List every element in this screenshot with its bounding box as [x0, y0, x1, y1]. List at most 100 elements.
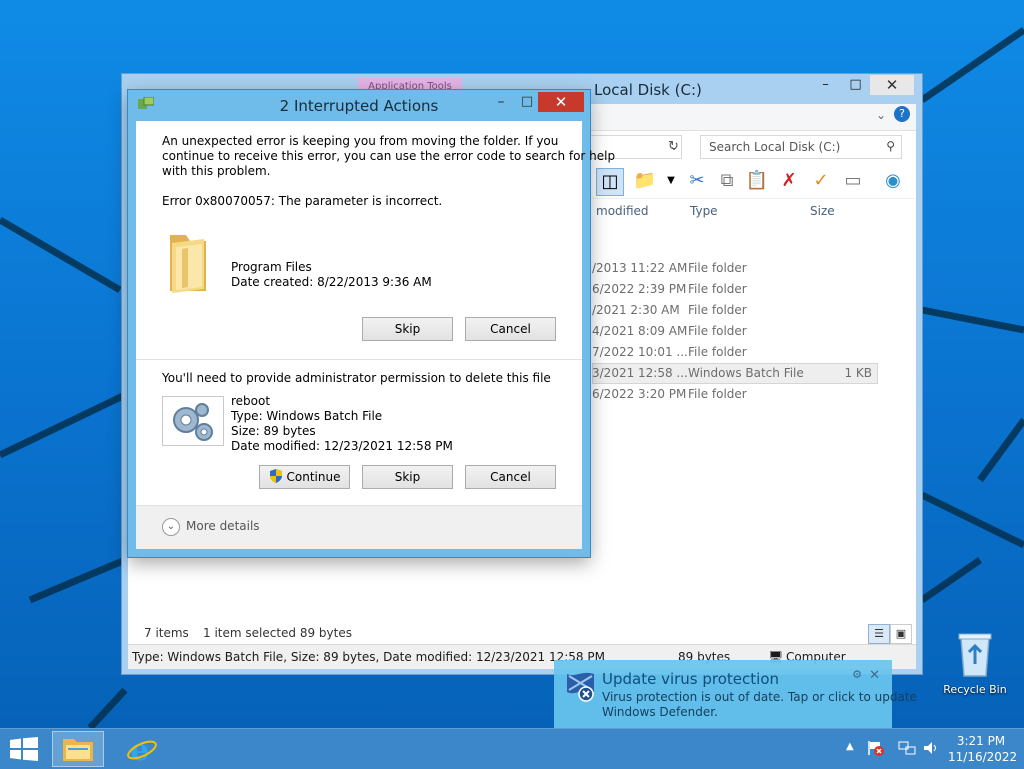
refresh-icon[interactable]: ↻ [668, 139, 679, 154]
item2-type: Type: Windows Batch File [231, 409, 383, 423]
defender-notification[interactable]: Update virus protection Virus protection… [554, 660, 917, 728]
network-icon[interactable] [898, 739, 916, 760]
delete-icon[interactable]: ✗ [776, 168, 802, 194]
error-code: Error 0x80070057: The parameter is incor… [162, 194, 443, 208]
start-button-windows-icon[interactable] [10, 737, 38, 761]
row-type: File folder [688, 261, 747, 275]
column-header-type[interactable]: Type [690, 200, 718, 222]
file-explorer-taskbar-button[interactable] [52, 731, 104, 767]
folder-icon [170, 235, 206, 293]
file-list-row[interactable]: /2013 11:22 AM File folder [592, 258, 878, 279]
file-list-row[interactable]: 6/2022 3:20 PM File folder [592, 384, 878, 405]
row-size: 1 KB [844, 366, 872, 380]
error-message-line-3: with this problem. [162, 164, 271, 178]
recycle-bin-label: Recycle Bin [943, 683, 1007, 696]
search-icon: ⚲ [886, 139, 895, 153]
column-header-date-modified[interactable]: modified [596, 200, 649, 222]
settings-wrench-icon[interactable]: ⚙ [852, 668, 862, 681]
admin-permission-note: You'll need to provide administrator per… [162, 371, 551, 385]
search-placeholder: Search Local Disk (C:) [709, 140, 841, 154]
more-details-link[interactable]: More details [186, 519, 260, 533]
row-date-modified: 6/2022 2:39 PM [592, 282, 687, 296]
selection-info: 1 item selected 89 bytes [203, 626, 352, 640]
row-type: File folder [688, 282, 747, 296]
file-list-row[interactable]: 3/2021 12:58 ... Windows Batch File 1 KB [592, 363, 878, 384]
dialog-maximize-button[interactable]: □ [514, 94, 540, 112]
item-count: 7 items [144, 626, 189, 640]
error-message-line-2: continue to receive this error, you can … [162, 149, 616, 163]
continue-button[interactable]: Continue [259, 465, 350, 489]
dropdown-arrow-icon[interactable]: ▼ [658, 168, 684, 194]
copy-icon[interactable]: ⧉ [714, 168, 740, 194]
explorer-title: Local Disk (C:) [594, 81, 702, 99]
details-view-icon[interactable]: ☰ [868, 624, 890, 644]
cut-icon[interactable]: ✂ [684, 168, 710, 194]
dialog-titlebar: 2 Interrupted Actions – □ ✕ [128, 90, 590, 120]
error-message-line-1: An unexpected error is keeping you from … [162, 134, 559, 148]
column-header-size[interactable]: Size [810, 200, 835, 222]
row-type: File folder [688, 387, 747, 401]
notification-line-2: Windows Defender. [602, 705, 718, 719]
dialog-body: An unexpected error is keeping you from … [136, 121, 615, 549]
skip-button[interactable]: Skip [362, 465, 453, 489]
chevron-down-icon[interactable]: ⌄ [876, 108, 886, 122]
notification-title: Update virus protection [602, 670, 780, 688]
row-type: File folder [688, 303, 747, 317]
item2-name: reboot [231, 394, 271, 408]
minimize-button[interactable]: – [812, 75, 839, 95]
globe-icon[interactable]: ◉ [880, 168, 906, 194]
large-icons-view-icon[interactable]: ▣ [890, 624, 912, 644]
uac-shield-icon [269, 469, 282, 483]
action-center-flag-icon[interactable] [866, 739, 884, 760]
taskbar-clock[interactable]: 3:21 PM 11/16/2022 [948, 733, 1018, 765]
clock-time: 3:21 PM [956, 734, 1006, 748]
row-date-modified: 6/2022 3:20 PM [592, 387, 687, 401]
close-button[interactable]: ✕ [870, 75, 914, 95]
admin-permission-section: You'll need to provide administrator per… [136, 360, 582, 505]
dialog-footer: ⌄ More details [136, 506, 582, 549]
volume-icon[interactable] [922, 739, 940, 760]
dialog-minimize-button[interactable]: – [488, 94, 514, 112]
recycle-bin-icon [958, 633, 992, 677]
row-type: File folder [688, 345, 747, 359]
file-list-row[interactable]: 4/2021 8:09 AM File folder [592, 321, 878, 342]
continue-button-label: Continue [286, 470, 341, 484]
details-text: Type: Windows Batch File, Size: 89 bytes… [132, 650, 605, 664]
notification-line-1: Virus protection is out of date. Tap or … [602, 690, 917, 704]
row-date-modified: 7/2022 10:01 ... [592, 345, 688, 359]
row-date-modified: /2021 2:30 AM [592, 303, 680, 317]
item2-date-modified: Date modified: 12/23/2021 12:58 PM [231, 439, 453, 453]
status-bar: 7 items 1 item selected 89 bytes ☰ ▣ [128, 622, 916, 644]
file-list-row[interactable]: /2021 2:30 AM File folder [592, 300, 878, 321]
file-list-row[interactable]: 6/2022 2:39 PM File folder [592, 279, 878, 300]
row-type: File folder [688, 324, 747, 338]
paste-icon[interactable]: 📋 [744, 168, 770, 194]
chevron-down-icon[interactable]: ⌄ [162, 518, 180, 536]
clock-date: 11/16/2022 [948, 750, 1018, 764]
dialog-close-button[interactable]: ✕ [538, 92, 584, 112]
cancel-button[interactable]: Cancel [465, 465, 556, 489]
move-error-section: An unexpected error is keeping you from … [136, 121, 615, 359]
notification-body: Virus protection is out of date. Tap or … [602, 690, 917, 720]
select-folder-icon[interactable]: 📁 [632, 168, 658, 194]
preview-pane-icon[interactable]: ◫ [596, 168, 624, 196]
search-input[interactable]: Search Local Disk (C:) ⚲ [700, 135, 902, 159]
skip-button[interactable]: Skip [362, 317, 453, 341]
file-explorer-icon [63, 739, 93, 761]
row-type: Windows Batch File [688, 366, 804, 380]
notification-close-icon[interactable]: ✕ [869, 668, 880, 683]
recycle-bin[interactable]: Recycle Bin [940, 630, 1010, 700]
internet-explorer-taskbar-button[interactable]: e [116, 731, 168, 767]
row-date-modified: 3/2021 12:58 ... [592, 366, 688, 380]
rename-icon[interactable]: ✓ [808, 168, 834, 194]
help-icon[interactable]: ? [894, 106, 910, 122]
properties-icon[interactable]: ▭ [840, 168, 866, 194]
show-hidden-icons-chevron-icon[interactable]: ▲ [846, 741, 854, 752]
file-list-row[interactable]: 7/2022 10:01 ... File folder [592, 342, 878, 363]
interrupted-actions-dialog: 2 Interrupted Actions – □ ✕ An unexpecte… [128, 90, 615, 557]
row-date-modified: /2013 11:22 AM [592, 261, 688, 275]
maximize-button[interactable]: □ [842, 75, 869, 95]
cancel-button[interactable]: Cancel [465, 317, 556, 341]
item2-size: Size: 89 bytes [231, 424, 316, 438]
item1-name: Program Files [231, 260, 312, 274]
